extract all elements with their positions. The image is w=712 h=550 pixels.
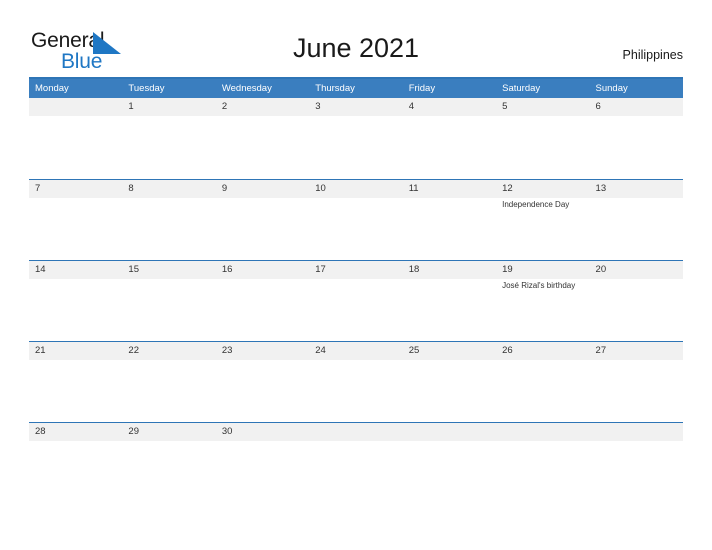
weekday-header-monday: Monday	[35, 83, 69, 94]
calendar-day-cell-10[interactable]: 10	[309, 180, 402, 260]
day-number: 9	[221, 183, 228, 194]
day-number: 6	[595, 101, 601, 112]
calendar-week-inner: 14 15 16 17 18 19 José Rizal's birthday 20	[29, 261, 683, 341]
day-number: 24	[315, 345, 326, 356]
day-number: 18	[408, 264, 420, 275]
day-number	[409, 423, 493, 441]
day-number: 21	[35, 345, 46, 356]
day-number: 19	[502, 264, 513, 275]
weekday-header-saturday: Saturday	[502, 83, 541, 94]
day-number: 23	[221, 345, 233, 356]
calendar-day-cell-15[interactable]: 15	[122, 261, 215, 341]
calendar-day-cell-7[interactable]: 7	[29, 180, 122, 260]
day-number	[315, 423, 399, 441]
day-number: 15	[128, 264, 139, 275]
day-number: 28	[35, 426, 46, 437]
calendar-week-inner: 1 2 3 4 5 6	[29, 98, 683, 179]
calendar-week-rows: 1 2 3 4 5 6 7 8 9 10 11 12 Independence Day 13 14 15 16 1…	[29, 98, 683, 503]
calendar-week-row: 21 22 23 24 25 26 27	[29, 341, 683, 422]
day-number: 2	[221, 101, 228, 112]
day-number: 26	[502, 345, 513, 356]
event-label: Independence Day	[502, 200, 570, 209]
calendar-day-cell-22[interactable]: 22	[122, 342, 215, 422]
calendar-week-inner: 21 22 23 24 25 26 27	[29, 342, 683, 422]
calendar-day-cell-9[interactable]: 9	[216, 180, 309, 260]
calendar-day-cell-11[interactable]: 11	[403, 180, 496, 260]
day-number: 1	[128, 101, 134, 112]
calendar-day-cell-24[interactable]: 24	[309, 342, 402, 422]
calendar-day-cell-29[interactable]: 29	[122, 423, 215, 503]
calendar-day-cell-23[interactable]: 23	[216, 342, 309, 422]
calendar-day-cell-16[interactable]: 16	[216, 261, 309, 341]
day-number: 10	[315, 183, 326, 194]
day-events: Independence Day	[502, 198, 586, 211]
calendar-day-cell-empty	[590, 423, 683, 503]
day-number: 30	[221, 426, 233, 437]
calendar-week-row: 1 2 3 4 5 6	[29, 98, 683, 179]
calendar-week-row: 7 8 9 10 11 12 Independence Day 13	[29, 179, 683, 260]
calendar-day-cell-18[interactable]: 18	[403, 261, 496, 341]
day-number: 17	[315, 264, 326, 275]
calendar-day-cell-empty	[29, 98, 122, 179]
day-number	[35, 98, 119, 116]
calendar-day-cell-5[interactable]: 5	[496, 98, 589, 179]
calendar-day-cell-27[interactable]: 27	[590, 342, 683, 422]
weekday-header-sunday: Sunday	[595, 83, 628, 94]
day-number: 14	[35, 264, 46, 275]
calendar-day-cell-21[interactable]: 21	[29, 342, 122, 422]
calendar-day-cell-empty	[496, 423, 589, 503]
calendar-day-cell-12[interactable]: 12 Independence Day	[496, 180, 589, 260]
country-label: Philippines	[622, 48, 683, 62]
page-header: General Blue June 2021 Philippines	[0, 0, 712, 76]
day-number: 7	[35, 183, 41, 194]
calendar-day-cell-4[interactable]: 4	[403, 98, 496, 179]
day-number: 27	[595, 345, 607, 356]
day-number: 3	[315, 101, 321, 112]
day-number: 25	[408, 345, 420, 356]
calendar-day-cell-28[interactable]: 28	[29, 423, 122, 503]
day-number	[596, 423, 680, 441]
calendar-week-row: 14 15 16 17 18 19 José Rizal's birthday 20	[29, 260, 683, 341]
calendar-day-cell-1[interactable]: 1	[122, 98, 215, 179]
event-label: José Rizal's birthday	[502, 281, 576, 290]
day-number	[502, 423, 586, 441]
day-number: 11	[408, 183, 419, 194]
day-number: 4	[408, 101, 414, 112]
calendar-day-cell-2[interactable]: 2	[216, 98, 309, 179]
calendar-week-inner: 28 29 30	[29, 423, 683, 503]
weekday-header-wednesday: Wednesday	[221, 83, 272, 94]
calendar-day-cell-19[interactable]: 19 José Rizal's birthday	[496, 261, 589, 341]
calendar-day-cell-empty	[309, 423, 402, 503]
day-number: 22	[128, 345, 139, 356]
calendar-day-cell-empty	[403, 423, 496, 503]
day-events: José Rizal's birthday	[502, 279, 586, 292]
calendar-day-cell-25[interactable]: 25	[403, 342, 496, 422]
day-number: 20	[595, 264, 607, 275]
calendar-page: General Blue June 2021 Philippines Monda…	[0, 0, 712, 550]
calendar-day-cell-6[interactable]: 6	[590, 98, 683, 179]
day-number: 16	[221, 264, 233, 275]
weekday-header-friday: Friday	[408, 83, 436, 94]
calendar-day-cell-30[interactable]: 30	[216, 423, 309, 503]
calendar-weekday-header: Monday Tuesday Wednesday Thursday Friday Satu…	[29, 79, 683, 98]
weekday-header-thursday: Thursday	[315, 83, 355, 94]
day-number: 5	[502, 101, 508, 112]
day-number: 29	[128, 426, 139, 437]
calendar-week-row: 28 29 30	[29, 422, 683, 503]
calendar-grid: Monday Tuesday Wednesday Thursday Friday Satu…	[29, 77, 683, 503]
calendar-week-inner: 7 8 9 10 11 12 Independence Day 13	[29, 180, 683, 260]
calendar-day-cell-3[interactable]: 3	[309, 98, 402, 179]
calendar-day-cell-20[interactable]: 20	[590, 261, 683, 341]
day-number: 8	[128, 183, 134, 194]
day-number: 13	[595, 183, 607, 194]
calendar-day-cell-13[interactable]: 13	[590, 180, 683, 260]
page-title: June 2021	[292, 33, 420, 63]
calendar-day-cell-26[interactable]: 26	[496, 342, 589, 422]
calendar-day-cell-17[interactable]: 17	[309, 261, 402, 341]
calendar-day-cell-14[interactable]: 14	[29, 261, 122, 341]
calendar-day-cell-8[interactable]: 8	[122, 180, 215, 260]
weekday-header-tuesday: Tuesday	[128, 83, 165, 94]
day-number: 12	[502, 183, 513, 194]
